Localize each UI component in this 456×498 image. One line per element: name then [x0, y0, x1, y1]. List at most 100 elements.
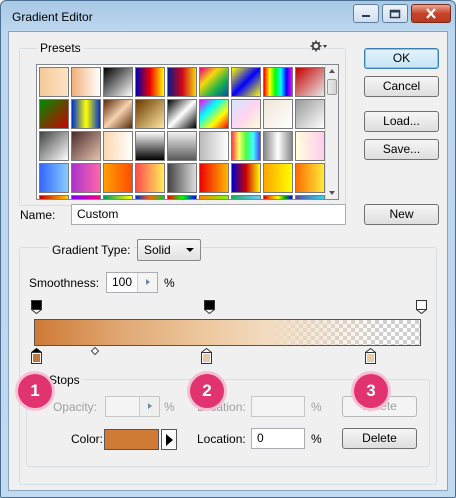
gradient-preview-bar[interactable]	[34, 319, 421, 346]
scroll-up-arrow-icon[interactable]	[329, 69, 335, 73]
swatch-list	[39, 67, 327, 199]
preset-swatch[interactable]	[103, 195, 133, 199]
close-icon	[426, 8, 436, 19]
preset-swatch[interactable]	[263, 163, 293, 193]
color-stop-middle[interactable]	[201, 348, 212, 364]
color-stop-right[interactable]	[365, 348, 376, 364]
opacity-arrow-icon[interactable]	[139, 397, 159, 416]
preset-swatch[interactable]	[263, 195, 293, 199]
new-button[interactable]: New	[364, 204, 439, 225]
smoothness-arrow-icon[interactable]	[137, 273, 157, 292]
opacity-stop-right[interactable]	[416, 300, 427, 314]
presets-scrollbar[interactable]	[325, 65, 338, 199]
preset-swatch[interactable]	[71, 163, 101, 193]
preset-swatch[interactable]	[71, 99, 101, 129]
presets-menu-gear-icon[interactable]	[310, 40, 328, 55]
preset-swatch[interactable]	[295, 195, 325, 199]
preset-swatch[interactable]	[103, 67, 133, 97]
gradient-fill	[35, 320, 420, 345]
opacity-stop-left[interactable]	[31, 300, 42, 314]
window-title: Gradient Editor	[12, 10, 93, 24]
color-location-unit: %	[311, 432, 322, 446]
step-badge-3: 3	[354, 374, 388, 408]
opacity-location-input[interactable]	[251, 396, 305, 417]
cancel-button[interactable]: Cancel	[364, 76, 439, 97]
preset-swatch[interactable]	[103, 99, 133, 129]
opacity-location-unit: %	[311, 400, 322, 414]
preset-swatch[interactable]	[71, 67, 101, 97]
minimize-icon	[362, 14, 370, 17]
preset-swatch[interactable]	[71, 131, 101, 161]
preset-swatch[interactable]	[39, 99, 69, 129]
preset-swatch[interactable]	[167, 195, 197, 199]
color-delete-button[interactable]: Delete	[342, 428, 417, 449]
preset-swatch[interactable]	[231, 99, 261, 129]
smoothness-value: 100	[112, 275, 133, 289]
ok-button[interactable]: OK	[364, 48, 439, 69]
preset-swatch[interactable]	[263, 99, 293, 129]
step-badge-2: 2	[190, 374, 224, 408]
preset-swatch[interactable]	[135, 195, 165, 199]
gradient-type-label: Gradient Type:	[49, 243, 134, 257]
preset-swatch[interactable]	[295, 163, 325, 193]
opacity-stop-middle[interactable]	[204, 300, 215, 314]
preset-swatch[interactable]	[231, 195, 261, 199]
preset-swatch[interactable]	[167, 99, 197, 129]
preset-swatch[interactable]	[135, 163, 165, 193]
opacity-unit: %	[164, 400, 175, 414]
preset-swatch[interactable]	[295, 131, 325, 161]
preset-swatch[interactable]	[39, 163, 69, 193]
title-bar[interactable]: Gradient Editor	[1, 1, 455, 31]
close-button[interactable]	[411, 4, 451, 23]
preset-swatch[interactable]	[135, 131, 165, 161]
maximize-icon	[389, 9, 401, 18]
preset-swatch[interactable]	[295, 99, 325, 129]
smoothness-input[interactable]: 100	[106, 272, 158, 293]
preset-swatch[interactable]	[167, 163, 197, 193]
chevron-down-icon	[186, 248, 194, 252]
preset-swatch[interactable]	[199, 195, 229, 199]
color-stop-left[interactable]	[31, 348, 42, 364]
preset-swatch[interactable]	[231, 163, 261, 193]
load-button[interactable]: Load...	[364, 111, 439, 132]
color-swatch[interactable]	[104, 429, 159, 450]
presets-swatch-grid[interactable]	[36, 64, 339, 200]
color-location-input[interactable]: 0	[251, 428, 305, 449]
preset-swatch[interactable]	[39, 195, 69, 199]
preset-swatch[interactable]	[263, 67, 293, 97]
color-location-label: Location:	[197, 432, 246, 446]
scroll-down-arrow-icon[interactable]	[329, 191, 335, 195]
preset-swatch[interactable]	[199, 67, 229, 97]
opacity-label: Opacity:	[53, 400, 98, 414]
preset-swatch[interactable]	[167, 131, 197, 161]
preset-swatch[interactable]	[199, 131, 229, 161]
stops-label: Stops	[46, 373, 83, 387]
preset-swatch[interactable]	[71, 195, 101, 199]
name-label: Name:	[20, 208, 56, 222]
preset-swatch[interactable]	[263, 131, 293, 161]
name-input[interactable]: Custom	[71, 204, 346, 225]
gear-icon	[310, 40, 327, 52]
preset-swatch[interactable]	[103, 163, 133, 193]
preset-swatch[interactable]	[135, 99, 165, 129]
preset-swatch[interactable]	[135, 67, 165, 97]
smoothness-unit: %	[164, 276, 175, 290]
gradient-type-select[interactable]: Solid	[137, 239, 201, 261]
save-button[interactable]: Save...	[364, 139, 439, 160]
preset-swatch[interactable]	[199, 163, 229, 193]
step-badge-1: 1	[18, 374, 52, 408]
preset-swatch[interactable]	[295, 67, 325, 97]
scroll-thumb[interactable]	[327, 79, 337, 95]
preset-swatch[interactable]	[167, 67, 197, 97]
minimize-button[interactable]	[353, 4, 379, 23]
preset-swatch[interactable]	[231, 67, 261, 97]
opacity-input[interactable]	[105, 396, 160, 417]
color-label: Color:	[71, 432, 104, 446]
preset-swatch[interactable]	[231, 131, 261, 161]
preset-swatch[interactable]	[39, 67, 69, 97]
maximize-button[interactable]	[382, 4, 408, 23]
color-menu-arrow-icon[interactable]	[161, 429, 177, 450]
preset-swatch[interactable]	[103, 131, 133, 161]
preset-swatch[interactable]	[199, 99, 229, 129]
preset-swatch[interactable]	[39, 131, 69, 161]
